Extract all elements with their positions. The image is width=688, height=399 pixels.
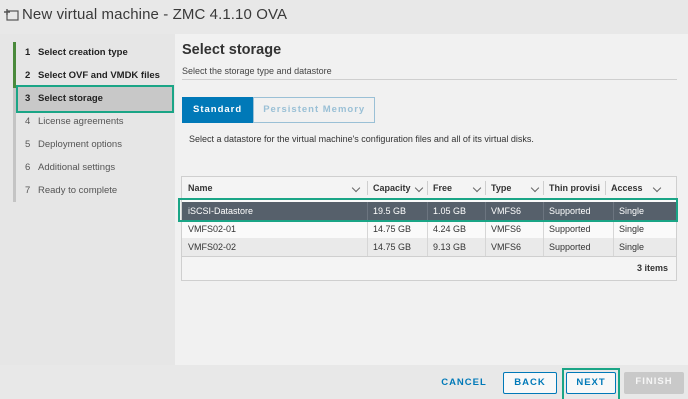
- item-count: 3 items: [636, 263, 668, 273]
- step-number: 6: [25, 162, 31, 173]
- step-number: 5: [25, 139, 31, 150]
- table-row[interactable]: VMFS02-01 14.75 GB 4.24 GB VMFS6 Support…: [182, 220, 676, 238]
- new-vm-icon: [4, 9, 19, 21]
- step-label: Select creation type: [38, 47, 128, 58]
- cell-name: iSCSI-Datastore: [188, 206, 254, 216]
- step-label: Select OVF and VMDK files: [38, 70, 160, 81]
- cell-access: Single: [619, 206, 645, 216]
- tab-persistent-memory[interactable]: Persistent Memory: [253, 97, 376, 123]
- cell-free: 4.24 GB: [433, 224, 467, 234]
- step-number: 2: [25, 70, 31, 81]
- cell-name: VMFS02-01: [188, 224, 237, 234]
- step-additional-settings[interactable]: 6 Additional settings: [16, 157, 174, 179]
- finish-button[interactable]: FINISH: [624, 372, 684, 394]
- cell-capacity: 14.75 GB: [373, 242, 412, 252]
- datastore-instructions: Select a datastore for the virtual machi…: [189, 134, 534, 144]
- page-subtitle: Select the storage type and datastore: [182, 66, 332, 76]
- cell-thin-provisioning: Supported: [549, 224, 591, 234]
- next-button[interactable]: NEXT: [566, 372, 616, 394]
- cell-capacity: 14.75 GB: [373, 224, 412, 234]
- step-deployment-options[interactable]: 5 Deployment options: [16, 134, 174, 156]
- cell-access: Single: [619, 242, 645, 252]
- cell-free: 1.05 GB: [433, 206, 467, 216]
- column-label: Type: [491, 183, 512, 193]
- cell-thin-provisioning: Supported: [549, 206, 591, 216]
- column-thin-provisioning[interactable]: Thin provisi: [543, 177, 605, 199]
- datastore-grid: Name Capacity Free Type Thin provisi Acc…: [181, 176, 677, 281]
- cell-free: 9.13 GB: [433, 242, 467, 252]
- step-number: 4: [25, 116, 31, 127]
- wizard-sidebar: 1 Select creation type 2 Select OVF and VM…: [0, 34, 175, 365]
- column-label: Free: [433, 183, 453, 193]
- cell-type: VMFS6: [491, 224, 522, 234]
- step-label: License agreements: [38, 116, 124, 127]
- tab-standard[interactable]: Standard: [182, 97, 254, 123]
- cancel-button[interactable]: CANCEL: [433, 373, 495, 395]
- step-label: Deployment options: [38, 139, 122, 150]
- grid-footer: 3 items: [182, 256, 676, 280]
- step-number: 7: [25, 185, 31, 196]
- cell-name: VMFS02-02: [188, 242, 237, 252]
- wizard-footer: CANCEL BACK NEXT FINISH: [0, 365, 688, 399]
- column-label: Access: [611, 183, 643, 193]
- table-row[interactable]: VMFS02-02 14.75 GB 9.13 GB VMFS6 Support…: [182, 238, 676, 256]
- step-number: 3: [25, 93, 31, 104]
- column-label: Thin provisi: [549, 183, 601, 193]
- cell-capacity: 19.5 GB: [373, 206, 407, 216]
- title-divider: [182, 79, 677, 80]
- back-button[interactable]: BACK: [503, 372, 557, 394]
- step-number: 1: [25, 47, 31, 58]
- window-titlebar: New virtual machine - ZMC 4.1.10 OVA: [0, 0, 688, 34]
- step-select-creation-type[interactable]: 1 Select creation type: [16, 42, 174, 64]
- cell-thin-provisioning: Supported: [549, 242, 591, 252]
- wizard-content: Select storage Select the storage type a…: [175, 34, 688, 365]
- window-title: New virtual machine - ZMC 4.1.10 OVA: [22, 6, 288, 23]
- step-select-ovf-vmdk[interactable]: 2 Select OVF and VMDK files: [16, 65, 174, 87]
- step-label: Additional settings: [38, 162, 116, 173]
- column-label: Name: [188, 183, 213, 193]
- column-access[interactable]: Access: [605, 177, 676, 199]
- step-label: Ready to complete: [38, 185, 118, 196]
- page-title: Select storage: [182, 42, 282, 58]
- step-select-storage[interactable]: 3 Select storage: [16, 85, 174, 113]
- column-name[interactable]: Name: [182, 177, 367, 199]
- table-row[interactable]: iSCSI-Datastore 19.5 GB 1.05 GB VMFS6 Su…: [182, 202, 676, 220]
- storage-type-tabs: Standard Persistent Memory: [182, 97, 376, 123]
- cell-type: VMFS6: [491, 242, 522, 252]
- grid-header: Name Capacity Free Type Thin provisi Acc…: [182, 177, 676, 199]
- step-license-agreements[interactable]: 4 License agreements: [16, 111, 174, 133]
- step-label: Select storage: [38, 93, 103, 104]
- cell-type: VMFS6: [491, 206, 522, 216]
- step-ready-to-complete[interactable]: 7 Ready to complete: [16, 180, 174, 202]
- column-label: Capacity: [373, 183, 411, 193]
- cell-access: Single: [619, 224, 645, 234]
